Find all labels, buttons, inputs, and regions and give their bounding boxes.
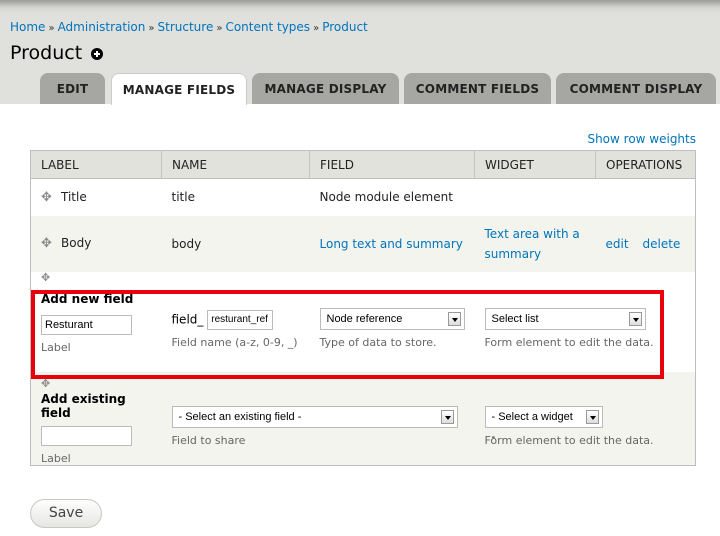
existing-field-selected: - Select an existing field -	[178, 410, 302, 423]
dropdown-arrow-icon	[440, 409, 454, 424]
show-row-weights-link[interactable]: Show row weights	[587, 132, 696, 146]
add-existing-field-heading: Add existing field	[41, 391, 126, 420]
tab-comment-fields[interactable]: COMMENT FIELDS	[404, 73, 551, 104]
existing-field-select[interactable]: - Select an existing field -	[171, 405, 458, 428]
drag-handle-icon[interactable]: ✥	[41, 236, 61, 251]
row-field: Node module element	[309, 178, 696, 216]
breadcrumb-separator: »	[313, 23, 320, 34]
add-new-field-heading: Add new field	[41, 291, 134, 306]
field-type-selected: Node reference	[326, 312, 403, 325]
fields-table: LABEL NAME FIELD WIDGET OPERATIONS ✥ Titl…	[30, 150, 696, 466]
breadcrumb-separator: »	[48, 23, 55, 34]
existing-field-label-input[interactable]	[41, 425, 132, 446]
existing-widget-select[interactable]: - Select a widget -	[484, 405, 603, 443]
column-header-operations: OPERATIONS	[595, 150, 696, 179]
add-new-field-row: ✥ Add new field Resturant Label field_ r…	[30, 271, 696, 372]
field-name-prefix: field_	[171, 312, 204, 326]
existing-field-caption: Field to share	[171, 433, 246, 447]
new-field-name-caption: Field name (a-z, 0-9, _)	[171, 335, 298, 349]
breadcrumb-separator: »	[216, 23, 223, 34]
drag-handle-icon[interactable]: ✥	[41, 377, 61, 390]
save-button[interactable]: Save	[30, 499, 102, 528]
breadcrumb-separator: »	[148, 23, 155, 34]
existing-widget-caption: Form element to edit the data.	[484, 433, 654, 447]
add-existing-field-row: ✥ Add existing field Label - Select an e…	[30, 371, 696, 466]
new-field-name-input[interactable]: resturant_ref	[207, 309, 274, 330]
row-label: Title	[61, 189, 87, 204]
row-name: title	[161, 178, 310, 216]
breadcrumb-structure[interactable]: Structure	[158, 20, 214, 34]
tab-manage-display[interactable]: MANAGE DISPLAY	[252, 73, 399, 104]
drag-handle-icon[interactable]: ✥	[41, 190, 61, 205]
dropdown-arrow-icon	[628, 311, 642, 326]
row-widget-line1: Text area with a	[484, 226, 580, 241]
tab-comment-display[interactable]: COMMENT DISPLAY	[556, 73, 716, 104]
dropdown-arrow-icon	[447, 311, 461, 326]
column-header-name: NAME	[161, 150, 310, 179]
column-header-field: FIELD	[309, 150, 475, 179]
table-row: ✥ Body body Long text and summary Text ar…	[30, 215, 696, 272]
delete-link[interactable]: delete	[643, 237, 681, 251]
breadcrumb-content-types[interactable]: Content types	[225, 20, 310, 34]
new-field-label-caption: Label	[41, 340, 71, 354]
add-shortcut-icon[interactable]	[91, 48, 103, 60]
page-title: Product	[10, 42, 83, 64]
row-field-link[interactable]: Long text and summary	[320, 237, 463, 251]
drag-handle-icon[interactable]: ✥	[41, 271, 61, 284]
breadcrumb: Home» Administration» Structure» Content ty…	[10, 20, 368, 34]
existing-field-label-caption: Label	[41, 451, 71, 465]
row-name: body	[161, 215, 310, 272]
table-header-row: LABEL NAME FIELD WIDGET OPERATIONS	[30, 150, 696, 179]
tab-manage-fields[interactable]: MANAGE FIELDS	[111, 73, 247, 105]
row-widget-line2: summary	[484, 246, 542, 261]
widget-type-selected: Select list	[491, 312, 539, 325]
breadcrumb-home[interactable]: Home	[10, 20, 45, 34]
edit-link[interactable]: edit	[606, 237, 629, 251]
new-field-label-input[interactable]: Resturant	[41, 314, 132, 335]
column-header-label: LABEL	[30, 150, 162, 179]
field-type-select[interactable]: Node reference	[319, 307, 465, 330]
field-type-caption: Type of data to store.	[319, 335, 437, 349]
breadcrumb-administration[interactable]: Administration	[58, 20, 146, 34]
widget-type-select[interactable]: Select list	[484, 307, 646, 330]
column-header-widget: WIDGET	[474, 150, 596, 179]
row-widget-link[interactable]: Text area with a summary	[485, 227, 580, 261]
row-label: Body	[61, 236, 92, 250]
widget-type-caption: Form element to edit the data.	[484, 335, 654, 349]
tab-edit[interactable]: EDIT	[40, 73, 105, 104]
breadcrumb-product[interactable]: Product	[322, 20, 368, 34]
table-row: ✥ Title title Node module element	[30, 178, 696, 216]
dropdown-arrow-icon	[585, 409, 599, 424]
